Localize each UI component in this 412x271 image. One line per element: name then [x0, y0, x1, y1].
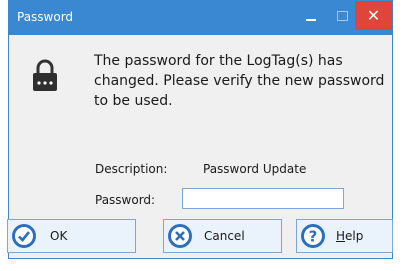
help-label-rest: elp — [345, 229, 364, 243]
check-circle-icon — [12, 224, 36, 248]
description-value: Password Update — [203, 162, 307, 176]
lock-icon — [33, 59, 57, 91]
cancel-label: Cancel — [204, 229, 245, 243]
help-label: Help — [336, 229, 363, 243]
message-text: The password for the LogTag(s) has chang… — [94, 53, 385, 109]
question-icon: ? — [301, 224, 325, 248]
svg-text:?: ? — [309, 228, 318, 246]
x-circle-icon — [168, 224, 192, 248]
cancel-button[interactable]: Cancel — [163, 219, 282, 253]
ok-button[interactable]: OK — [7, 219, 136, 253]
help-button[interactable]: ? Help — [296, 219, 393, 253]
password-label: Password: — [95, 193, 156, 207]
ok-label: OK — [50, 229, 68, 243]
close-icon: ✕ — [366, 6, 381, 25]
description-label: Description: — [95, 162, 168, 176]
help-mnemonic: H — [336, 229, 346, 243]
password-dialog: Password ✕ The password for the LogTag(s… — [7, 0, 393, 259]
maximize-button[interactable] — [331, 5, 355, 29]
title-bar[interactable]: Password ✕ — [9, 1, 392, 35]
password-input[interactable] — [182, 188, 344, 209]
minimize-button[interactable] — [298, 5, 324, 29]
close-button[interactable]: ✕ — [355, 1, 392, 30]
window-title: Password — [17, 10, 74, 24]
